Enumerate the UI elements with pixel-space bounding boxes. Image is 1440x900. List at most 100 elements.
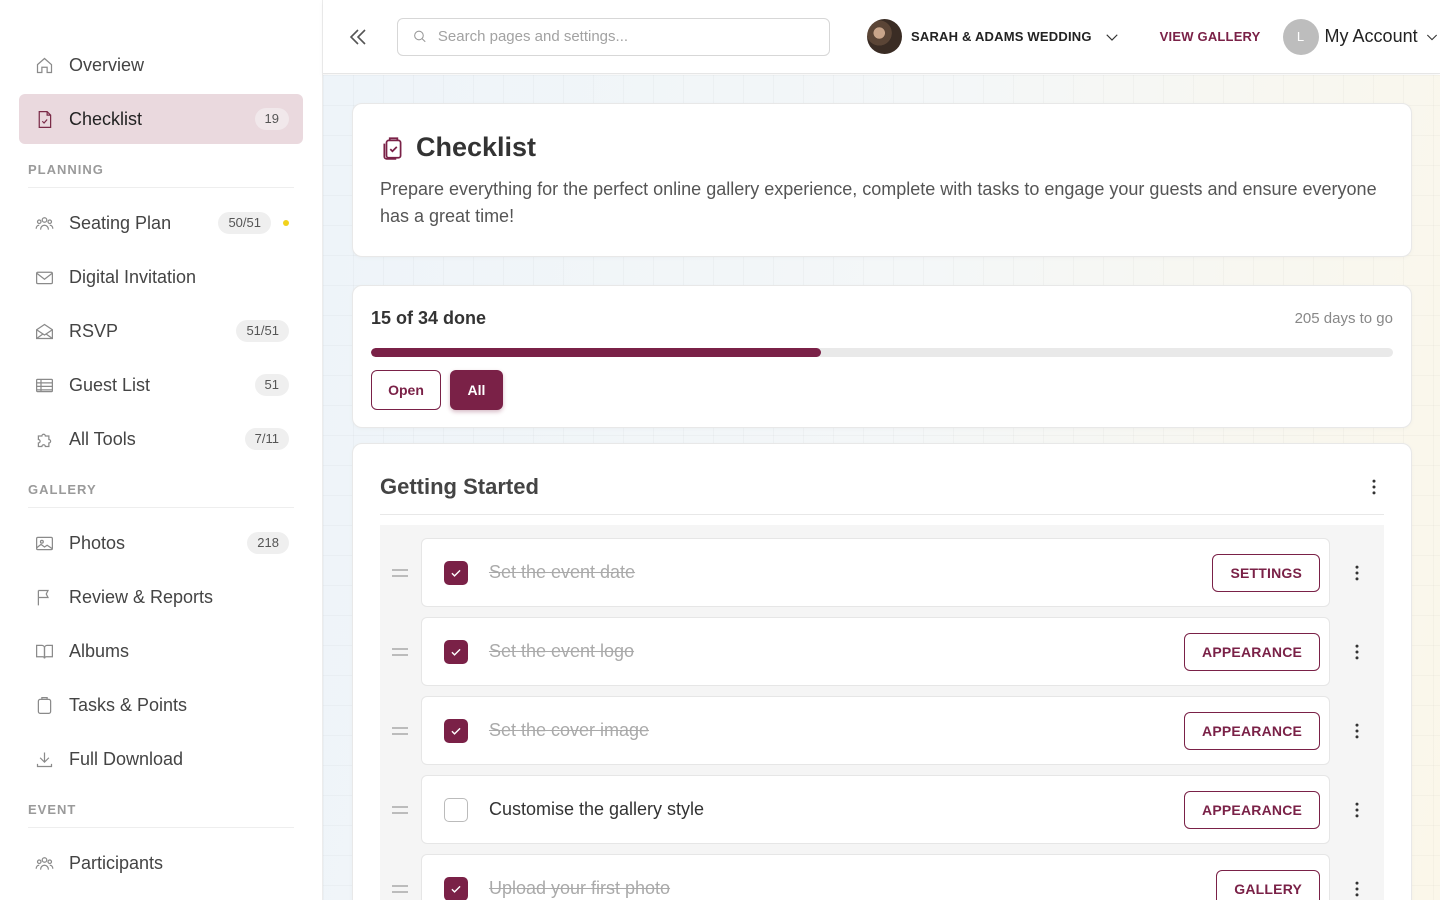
table-icon — [33, 374, 55, 396]
checklist-icon — [383, 136, 402, 160]
drag-handle[interactable] — [380, 567, 421, 579]
sidebar-item-albums[interactable]: Albums — [19, 626, 303, 676]
status-dot — [283, 220, 289, 226]
drag-handle-icon — [392, 726, 409, 735]
task-menu-button[interactable] — [1330, 642, 1384, 662]
task-action-button[interactable]: SETTINGS — [1212, 553, 1321, 592]
task-checkbox[interactable] — [443, 639, 468, 664]
sidebar-item-label: Tasks & Points — [69, 694, 188, 715]
task-row: Customise the gallery style APPEARANCE — [380, 770, 1384, 849]
sidebar-item-label: Photos — [69, 532, 126, 553]
task-checkbox[interactable] — [443, 797, 468, 822]
task-label: Set the event date — [488, 562, 636, 582]
chevron-down-icon — [1105, 33, 1118, 41]
open-envelope-icon — [33, 320, 55, 342]
drag-handle[interactable] — [380, 646, 421, 658]
sidebar-item-overview[interactable]: Overview — [19, 40, 303, 90]
page-description: Prepare everything for the perfect onlin… — [380, 179, 1377, 226]
sidebar-item-label: Albums — [69, 640, 130, 661]
sidebar-item-label: Participants — [69, 852, 164, 873]
sidebar-item-photos[interactable]: Photos 218 — [19, 518, 303, 568]
sidebar-item-label: All Tools — [69, 428, 136, 449]
task-section-title: Getting Started — [380, 474, 539, 499]
sidebar-item-seating-plan[interactable]: Seating Plan 50/51 — [19, 198, 303, 248]
sidebar-item-full-download[interactable]: Full Download — [19, 734, 303, 784]
sidebar-item-checklist[interactable]: Checklist 19 — [19, 94, 303, 144]
checklist-icon — [33, 108, 55, 130]
count-badge: 51 — [254, 374, 289, 396]
sidebar-item-label: Full Download — [69, 748, 184, 769]
task-label: Set the cover image — [488, 720, 650, 740]
event-avatar — [867, 19, 902, 54]
image-icon — [33, 532, 55, 554]
page-header-card: Checklist Prepare everything for the per… — [352, 103, 1412, 257]
task-item: Upload your first photo GALLERY — [420, 854, 1331, 900]
people-icon — [33, 852, 55, 874]
drag-handle[interactable] — [380, 804, 421, 816]
task-checkbox[interactable] — [443, 560, 468, 585]
sidebar-item-label: Seating Plan — [69, 212, 172, 233]
envelope-icon — [33, 266, 55, 288]
task-menu-button[interactable] — [1330, 800, 1384, 820]
collapse-sidebar-button[interactable] — [343, 22, 373, 52]
section-menu-button[interactable] — [1364, 477, 1384, 497]
drag-handle[interactable] — [380, 883, 421, 895]
sidebar-item-label: Digital Invitation — [69, 266, 197, 287]
kebab-icon — [1347, 563, 1367, 583]
task-item: Customise the gallery style APPEARANCE — [420, 775, 1331, 844]
people-icon — [33, 212, 55, 234]
task-row: Set the event date SETTINGS — [380, 533, 1384, 612]
task-section-header: Getting Started — [380, 474, 1384, 515]
search-input[interactable] — [437, 28, 815, 45]
task-row: Set the event logo APPEARANCE — [380, 612, 1384, 691]
task-action-button[interactable]: APPEARANCE — [1184, 790, 1321, 829]
progress-count: 15 of 34 done — [371, 308, 487, 328]
chevron-down-icon — [1426, 34, 1437, 40]
task-section-card: Getting Started Set the event date SETTIN… — [352, 443, 1412, 900]
task-action-button[interactable]: APPEARANCE — [1184, 632, 1321, 671]
progress-bar-fill — [371, 348, 821, 357]
sidebar-section-label: EVENT — [28, 802, 294, 828]
puzzle-icon — [33, 428, 55, 450]
count-badge: 50/51 — [218, 212, 271, 234]
account-menu[interactable]: L My Account — [1282, 18, 1440, 55]
drag-handle[interactable] — [380, 725, 421, 737]
sidebar-item-label: Checklist — [69, 108, 143, 129]
task-checkbox[interactable] — [443, 718, 468, 743]
sidebar-item-all-tools[interactable]: All Tools 7/11 — [19, 414, 303, 464]
sidebar-item-tasks-and-points[interactable]: Tasks & Points — [19, 680, 303, 730]
page-title: Checklist — [416, 132, 537, 162]
count-badge: 218 — [247, 532, 289, 554]
task-item: Set the event date SETTINGS — [420, 538, 1331, 607]
task-menu-button[interactable] — [1330, 721, 1384, 741]
clipboard-icon — [33, 694, 55, 716]
check-icon — [451, 885, 461, 893]
avatar: L — [1282, 18, 1319, 55]
task-row: Set the cover image APPEARANCE — [380, 691, 1384, 770]
sidebar-item-guest-list[interactable]: Guest List 51 — [19, 360, 303, 410]
progress-header: 15 of 34 done 205 days to go — [371, 308, 1393, 329]
filter-open-button[interactable]: Open — [371, 370, 441, 410]
sidebar-item-rsvp[interactable]: RSVP 51/51 — [19, 306, 303, 356]
check-icon — [451, 569, 461, 577]
view-gallery-link[interactable]: VIEW GALLERY — [1160, 29, 1261, 44]
task-action-button[interactable]: APPEARANCE — [1184, 711, 1321, 750]
task-menu-button[interactable] — [1330, 563, 1384, 583]
task-label: Upload your first photo — [488, 878, 671, 898]
task-menu-button[interactable] — [1330, 879, 1384, 899]
sidebar-section-label: GALLERY — [28, 482, 294, 508]
sidebar: Overview Checklist 19 PLANNING Seating Plan 5… — [0, 0, 323, 900]
progress-card: 15 of 34 done 205 days to go Open All — [352, 285, 1412, 428]
drag-handle-icon — [392, 805, 409, 814]
sidebar-item-review-and-reports[interactable]: Review & Reports — [19, 572, 303, 622]
count-badge: 51/51 — [236, 320, 289, 342]
search-box — [397, 17, 830, 56]
event-selector[interactable]: SARAH & ADAMS WEDDING — [867, 19, 1121, 54]
sidebar-item-participants[interactable]: Participants — [19, 838, 303, 888]
double-chevron-left-icon — [349, 28, 366, 45]
task-action-button[interactable]: GALLERY — [1216, 869, 1321, 900]
task-checkbox[interactable] — [443, 876, 468, 900]
days-remaining: 205 days to go — [1294, 310, 1393, 327]
sidebar-item-digital-invitation[interactable]: Digital Invitation — [19, 252, 303, 302]
filter-all-button[interactable]: All — [450, 370, 503, 410]
